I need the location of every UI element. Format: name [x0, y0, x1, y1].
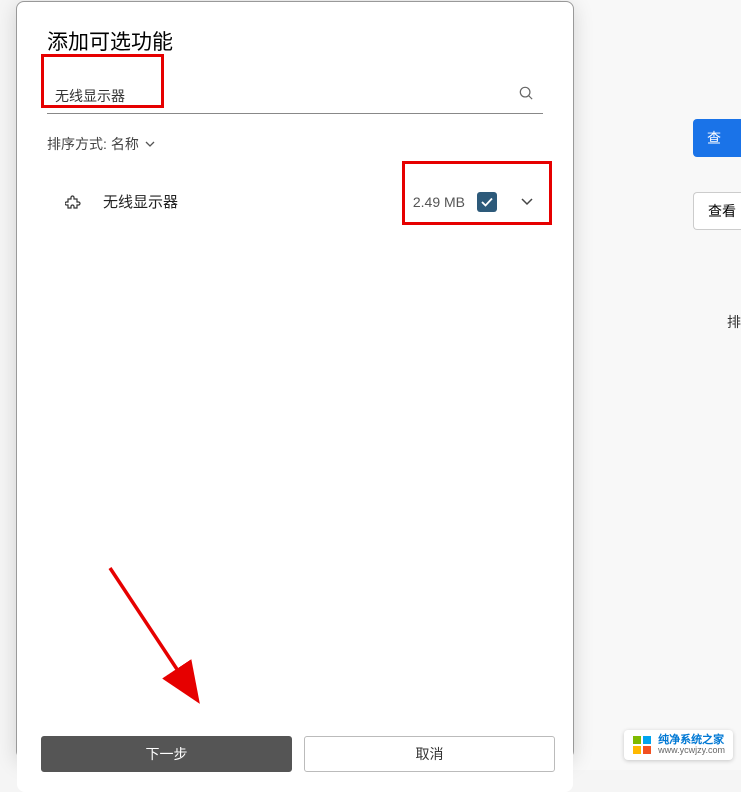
dialog-header: 添加可选功能: [17, 2, 573, 66]
feature-list: 无线显示器 2.49 MB: [17, 164, 573, 240]
chevron-down-icon: [145, 141, 155, 147]
background-panel: [561, 0, 741, 770]
sort-label: 排序方式:: [47, 134, 107, 154]
chevron-down-icon: [521, 198, 533, 206]
bg-view-button[interactable]: 查: [693, 119, 741, 157]
feature-checkbox[interactable]: [477, 192, 497, 212]
cancel-button[interactable]: 取消: [304, 736, 555, 772]
sort-row: 排序方式: 名称: [17, 114, 573, 164]
dialog-buttons: 下一步 取消: [17, 720, 573, 792]
feature-size: 2.49 MB: [413, 194, 465, 210]
bg-sort-text: 排: [727, 312, 741, 332]
dialog-title: 添加可选功能: [47, 26, 543, 56]
watermark-text: 纯净系统之家 www.ycwjzy.com: [658, 734, 725, 756]
watermark: 纯净系统之家 www.ycwjzy.com: [624, 730, 733, 760]
search-wrap: [17, 66, 573, 114]
next-button[interactable]: 下一步: [41, 736, 292, 772]
check-icon: [481, 197, 493, 207]
feature-name: 无线显示器: [103, 191, 413, 212]
search-input[interactable]: [47, 78, 543, 114]
expand-button[interactable]: [517, 189, 537, 215]
puzzle-icon: [65, 193, 83, 211]
watermark-logo-icon: [632, 735, 652, 755]
bg-view-button-2[interactable]: 查看: [693, 192, 741, 230]
add-optional-feature-dialog: 添加可选功能 排序方式: 名称 无线显示器 2.49 MB: [16, 1, 574, 759]
feature-item-wireless-display[interactable]: 无线显示器 2.49 MB: [47, 168, 543, 236]
watermark-url: www.ycwjzy.com: [658, 746, 725, 756]
sort-dropdown[interactable]: 名称: [111, 134, 155, 154]
sort-value: 名称: [111, 134, 139, 154]
